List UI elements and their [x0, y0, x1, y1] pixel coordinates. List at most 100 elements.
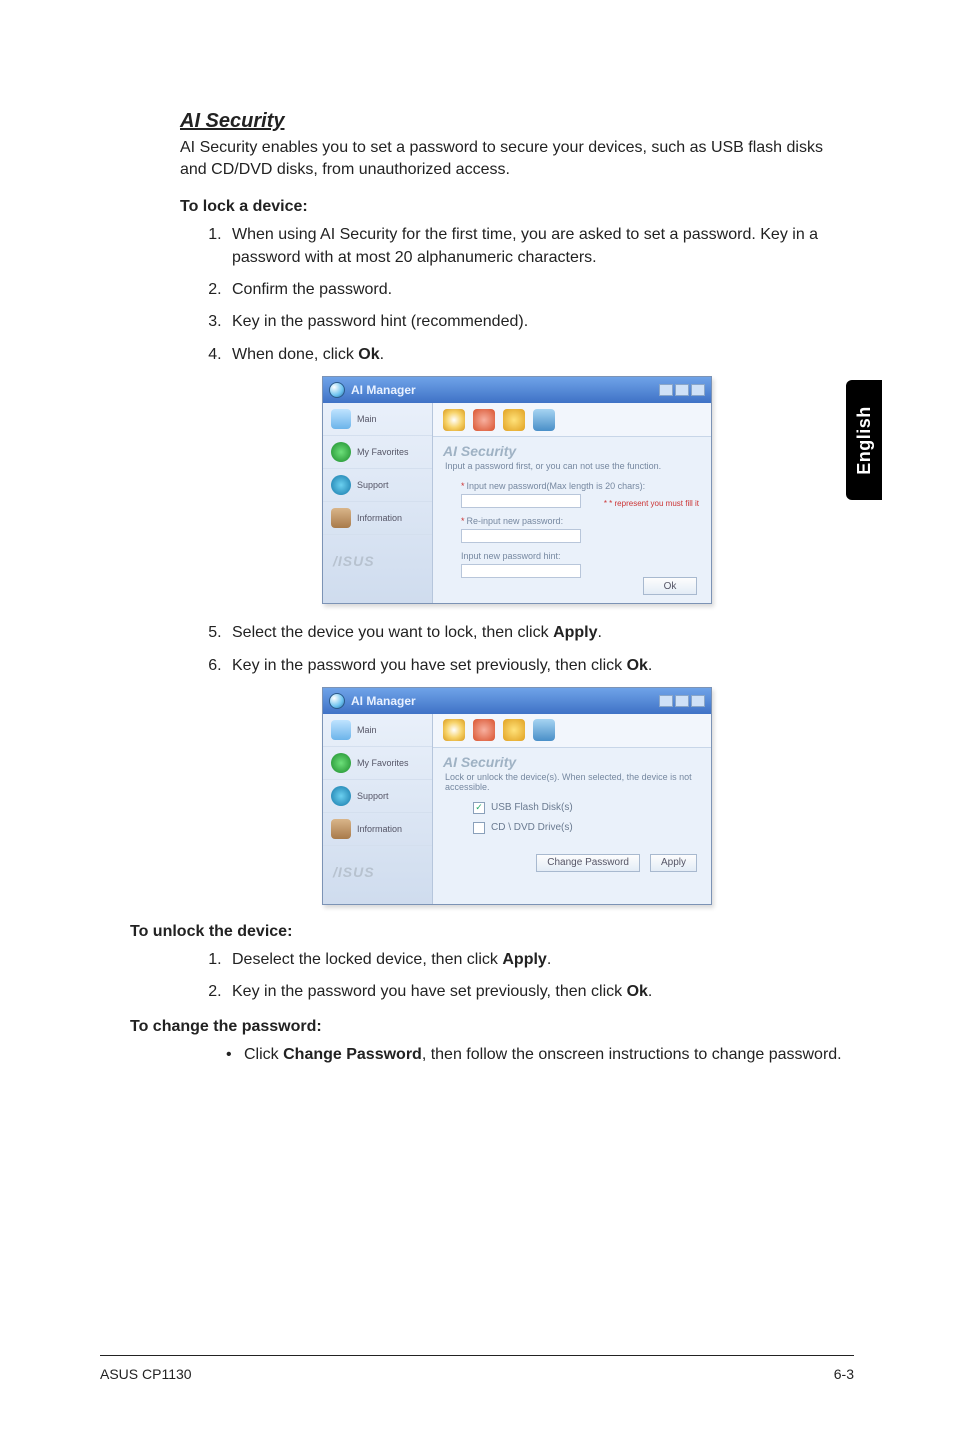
lock-step-1: When using AI Security for the first tim… [226, 224, 854, 269]
toolbar-icon-4[interactable] [533, 409, 555, 431]
text: , then follow the onscreen instructions … [422, 1046, 842, 1063]
app-title: AI Manager [351, 694, 416, 708]
bold-apply: Apply [553, 624, 597, 641]
window-titlebar: AI Manager [323, 688, 711, 714]
app-icon [329, 693, 345, 709]
confirm-password-input[interactable] [461, 529, 581, 543]
lock-steps: When using AI Security for the first tim… [180, 224, 854, 366]
favorites-icon [331, 753, 351, 773]
sidebar-label: Support [357, 791, 389, 801]
password-hint-input[interactable] [461, 564, 581, 578]
sidebar-item-favorites[interactable]: My Favorites [323, 436, 432, 469]
toolbar-icon-1[interactable] [443, 409, 465, 431]
screenshot-2: AI Manager Main My Favorites [180, 687, 854, 905]
unlock-step-2: Key in the password you have set previou… [226, 981, 854, 1003]
section-heading: AI Security [180, 110, 854, 133]
app-window: AI Manager Main My Favorites [322, 687, 712, 905]
bold-ok: Ok [358, 346, 379, 363]
sidebar-item-support[interactable]: Support [323, 780, 432, 813]
sidebar-item-support[interactable]: Support [323, 469, 432, 502]
bold-ok: Ok [627, 983, 648, 1000]
change-bullet-1: Click Change Password, then follow the o… [226, 1044, 854, 1066]
footer-page-number: 6-3 [834, 1366, 854, 1382]
toolbar-icon-1[interactable] [443, 719, 465, 741]
device-row-usb[interactable]: ✓ USB Flash Disk(s) [433, 798, 711, 818]
field-label-password-hint: Input new password hint: [461, 551, 699, 561]
ok-button[interactable]: Ok [643, 577, 697, 595]
maximize-icon[interactable] [675, 695, 689, 707]
lock-step-2: Confirm the password. [226, 279, 854, 301]
maximize-icon[interactable] [675, 384, 689, 396]
main-panel: AI Security Lock or unlock the device(s)… [433, 714, 711, 904]
checkbox-checked-icon[interactable]: ✓ [473, 802, 485, 814]
checkbox-icon[interactable] [473, 822, 485, 834]
text: Key in the password you have set previou… [232, 657, 627, 674]
field-label-reinput-password: *Re-input new password: [461, 516, 699, 526]
panel-title: AI Security [433, 437, 711, 461]
text: Select the device you want to lock, then… [232, 624, 553, 641]
language-tab: English [846, 380, 882, 500]
document-page: English AI Security AI Security enables … [0, 0, 954, 1438]
lock-step-6: Key in the password you have set previou… [226, 655, 854, 677]
toolbar-icon-4[interactable] [533, 719, 555, 741]
app-window: AI Manager Main My Favorites [322, 376, 712, 604]
toolbar-icon-3[interactable] [503, 719, 525, 741]
close-icon[interactable] [691, 695, 705, 707]
field-label-new-password: *Input new password(Max length is 20 cha… [461, 481, 699, 491]
sidebar-item-information[interactable]: Information [323, 502, 432, 535]
toolbar-icon-2[interactable] [473, 719, 495, 741]
main-panel: AI Security Input a password first, or y… [433, 403, 711, 603]
toolbar-icon-3[interactable] [503, 409, 525, 431]
sidebar-item-favorites[interactable]: My Favorites [323, 747, 432, 780]
text: . [380, 346, 384, 363]
apply-button[interactable]: Apply [650, 854, 697, 872]
window-titlebar: AI Manager [323, 377, 711, 403]
toolbar-icon-2[interactable] [473, 409, 495, 431]
panel-title: AI Security [433, 748, 711, 772]
sidebar-label: Information [357, 513, 402, 523]
screenshot-1: AI Manager Main My Favorites [180, 376, 854, 604]
change-bullets: Click Change Password, then follow the o… [180, 1044, 854, 1066]
unlock-steps: Deselect the locked device, then click A… [180, 949, 854, 1004]
device-label: USB Flash Disk(s) [491, 802, 573, 813]
required-note: * * represent you must fill it [604, 499, 699, 508]
lock-step-5: Select the device you want to lock, then… [226, 622, 854, 644]
section-intro: AI Security enables you to set a passwor… [180, 137, 854, 180]
new-password-input[interactable] [461, 494, 581, 508]
toolbar [433, 714, 711, 748]
information-icon [331, 508, 351, 528]
change-password-button[interactable]: Change Password [536, 854, 640, 872]
favorites-icon [331, 442, 351, 462]
text: Deselect the locked device, then click [232, 951, 502, 968]
sidebar-label: My Favorites [357, 758, 409, 768]
app-title: AI Manager [351, 383, 416, 397]
text: . [648, 983, 652, 1000]
bold-apply: Apply [502, 951, 546, 968]
lock-step-4: When done, click Ok. [226, 344, 854, 366]
panel-description: Lock or unlock the device(s). When selec… [433, 772, 711, 798]
text: Key in the password you have set previou… [232, 983, 627, 1000]
sidebar-item-information[interactable]: Information [323, 813, 432, 846]
change-subhead: To change the password: [130, 1018, 854, 1036]
sidebar-item-main[interactable]: Main [323, 714, 432, 747]
sidebar: Main My Favorites Support Information [323, 714, 433, 904]
minimize-icon[interactable] [659, 695, 673, 707]
lock-step-3: Key in the password hint (recommended). [226, 311, 854, 333]
sidebar-label: Main [357, 414, 377, 424]
brand-logo: /ISUS [323, 535, 432, 579]
support-icon [331, 786, 351, 806]
lock-steps-cont: Select the device you want to lock, then… [180, 622, 854, 677]
text: . [598, 624, 602, 641]
device-row-cddvd[interactable]: CD \ DVD Drive(s) [433, 818, 711, 838]
sidebar-item-main[interactable]: Main [323, 403, 432, 436]
minimize-icon[interactable] [659, 384, 673, 396]
lock-subhead: To lock a device: [180, 198, 854, 216]
close-icon[interactable] [691, 384, 705, 396]
bold-change-password: Change Password [283, 1046, 422, 1063]
sidebar-label: Main [357, 725, 377, 735]
app-icon [329, 382, 345, 398]
window-controls [659, 695, 705, 707]
toolbar [433, 403, 711, 437]
monitor-icon [331, 409, 351, 429]
monitor-icon [331, 720, 351, 740]
